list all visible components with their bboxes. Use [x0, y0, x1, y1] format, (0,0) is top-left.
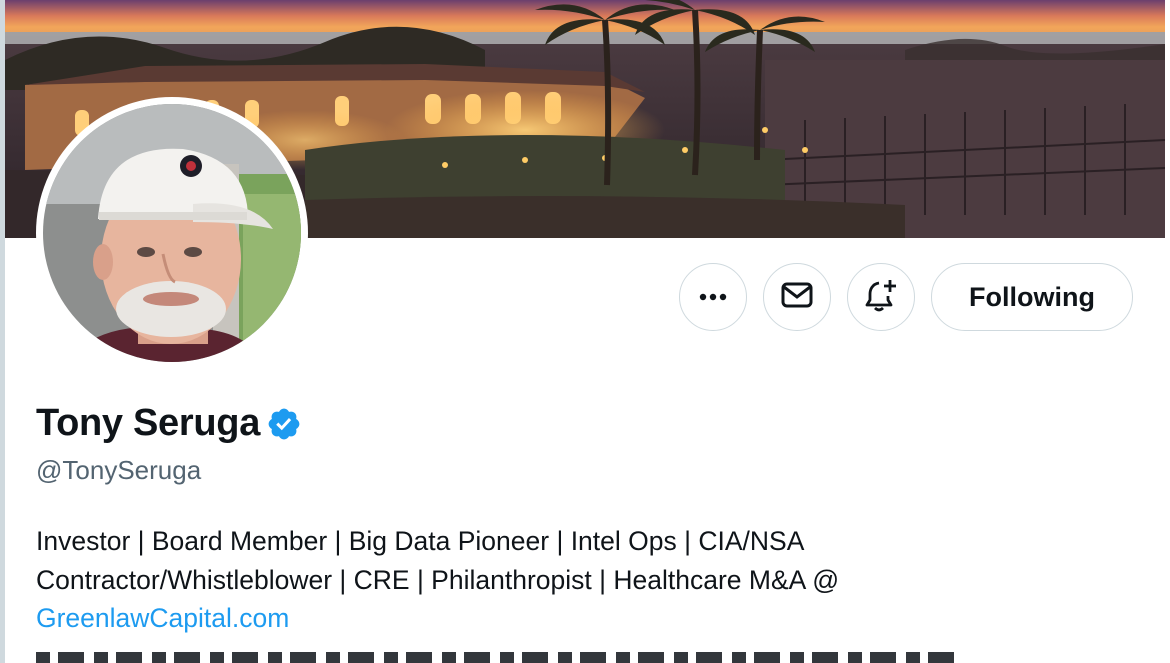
more-button[interactable]	[679, 263, 747, 331]
truncated-text-fragment	[36, 652, 956, 663]
following-label: Following	[969, 281, 1095, 312]
avatar-photo	[43, 104, 301, 362]
bio-website-link[interactable]: GreenlawCapital.com	[36, 603, 289, 633]
profile-bio: Investor | Board Member | Big Data Pione…	[36, 522, 1136, 638]
profile-actions: Following	[679, 263, 1133, 331]
envelope-icon	[781, 282, 813, 313]
truncated-next-line	[36, 652, 956, 663]
notify-button[interactable]	[847, 263, 915, 331]
bio-line: Contractor/Whistleblower | CRE | Philant…	[36, 564, 840, 595]
bell-plus-icon	[865, 278, 897, 317]
message-button[interactable]	[763, 263, 831, 331]
profile-header: Following Tony Seruga @TonySeruga Invest…	[0, 0, 1170, 663]
more-horizontal-icon	[699, 288, 727, 306]
user-handle: @TonySeruga	[36, 455, 202, 485]
display-name-row: Tony Seruga	[36, 402, 302, 445]
display-name: Tony Seruga	[36, 402, 261, 444]
bio-line: Investor | Board Member | Big Data Pione…	[36, 526, 805, 556]
verified-badge-icon[interactable]	[266, 406, 302, 442]
following-button[interactable]: Following	[931, 263, 1133, 331]
avatar[interactable]	[36, 97, 308, 369]
